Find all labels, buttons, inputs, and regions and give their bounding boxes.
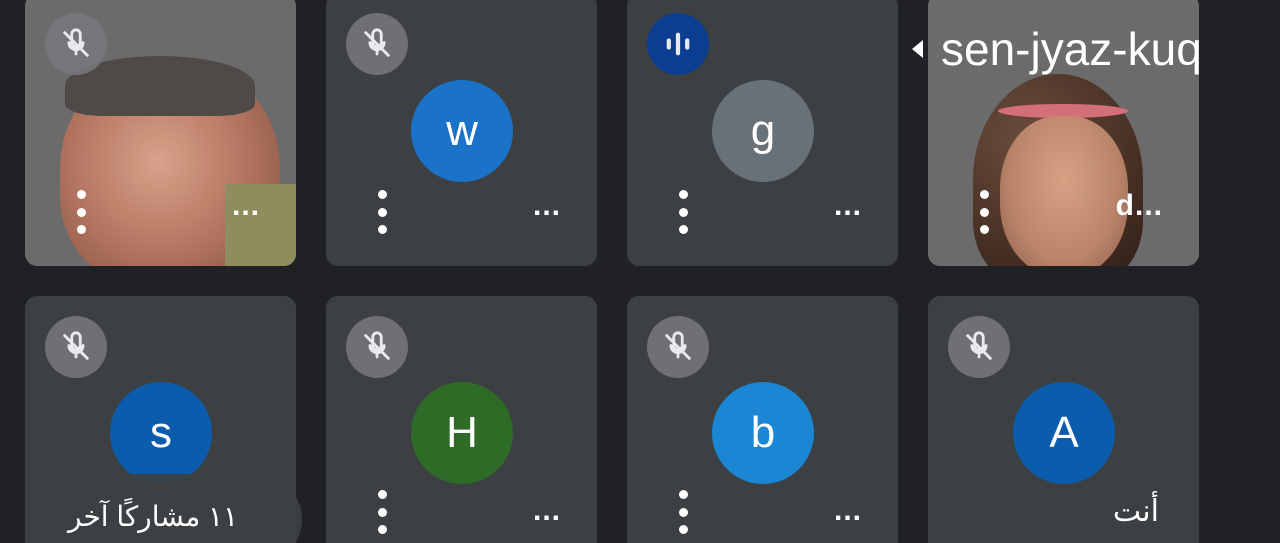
participant-tile-7[interactable]: b ...: [627, 296, 898, 543]
more-options-button[interactable]: [374, 490, 390, 534]
participant-name: ...: [833, 189, 862, 222]
participant-tile-1[interactable]: ...: [25, 0, 296, 266]
more-options-button[interactable]: [675, 490, 691, 534]
participant-tile-self[interactable]: A أنت: [928, 296, 1199, 543]
participant-tile-2[interactable]: w ...: [326, 0, 597, 266]
participant-name: d...: [1115, 189, 1163, 222]
mic-off-icon: [346, 13, 408, 75]
mic-off-icon: [45, 13, 107, 75]
audio-level-icon: [647, 13, 709, 75]
avatar: s: [110, 382, 212, 484]
avatar: b: [712, 382, 814, 484]
meeting-code: sen-jyaz-kuq: [941, 23, 1202, 75]
avatar: w: [411, 80, 513, 182]
participant-tile-6[interactable]: H ...: [326, 296, 597, 543]
other-participants-label: ١١ مشاركًا آخر: [68, 501, 239, 532]
more-options-button[interactable]: [374, 190, 390, 234]
more-options-button[interactable]: [73, 190, 89, 234]
more-options-button[interactable]: [675, 190, 691, 234]
participant-name: ...: [532, 189, 561, 222]
caret-left-icon[interactable]: [912, 40, 923, 58]
meeting-code-header[interactable]: sen-jyaz-kuq: [912, 22, 1202, 76]
participant-name: ...: [833, 494, 862, 527]
mic-off-icon: [45, 316, 107, 378]
meeting-grid: ... w ... g ... d... s H ... b ... A أنت…: [0, 0, 1280, 543]
self-label: أنت: [1112, 495, 1159, 528]
mic-off-icon: [948, 316, 1010, 378]
participant-video-face: [1000, 116, 1128, 266]
mic-off-icon: [346, 316, 408, 378]
participant-name: ...: [532, 494, 561, 527]
avatar: H: [411, 382, 513, 484]
more-options-button[interactable]: [976, 190, 992, 234]
participant-name: ...: [231, 189, 260, 222]
avatar: A: [1013, 382, 1115, 484]
mic-off-icon: [647, 316, 709, 378]
avatar: g: [712, 80, 814, 182]
participant-tile-3[interactable]: g ...: [627, 0, 898, 266]
